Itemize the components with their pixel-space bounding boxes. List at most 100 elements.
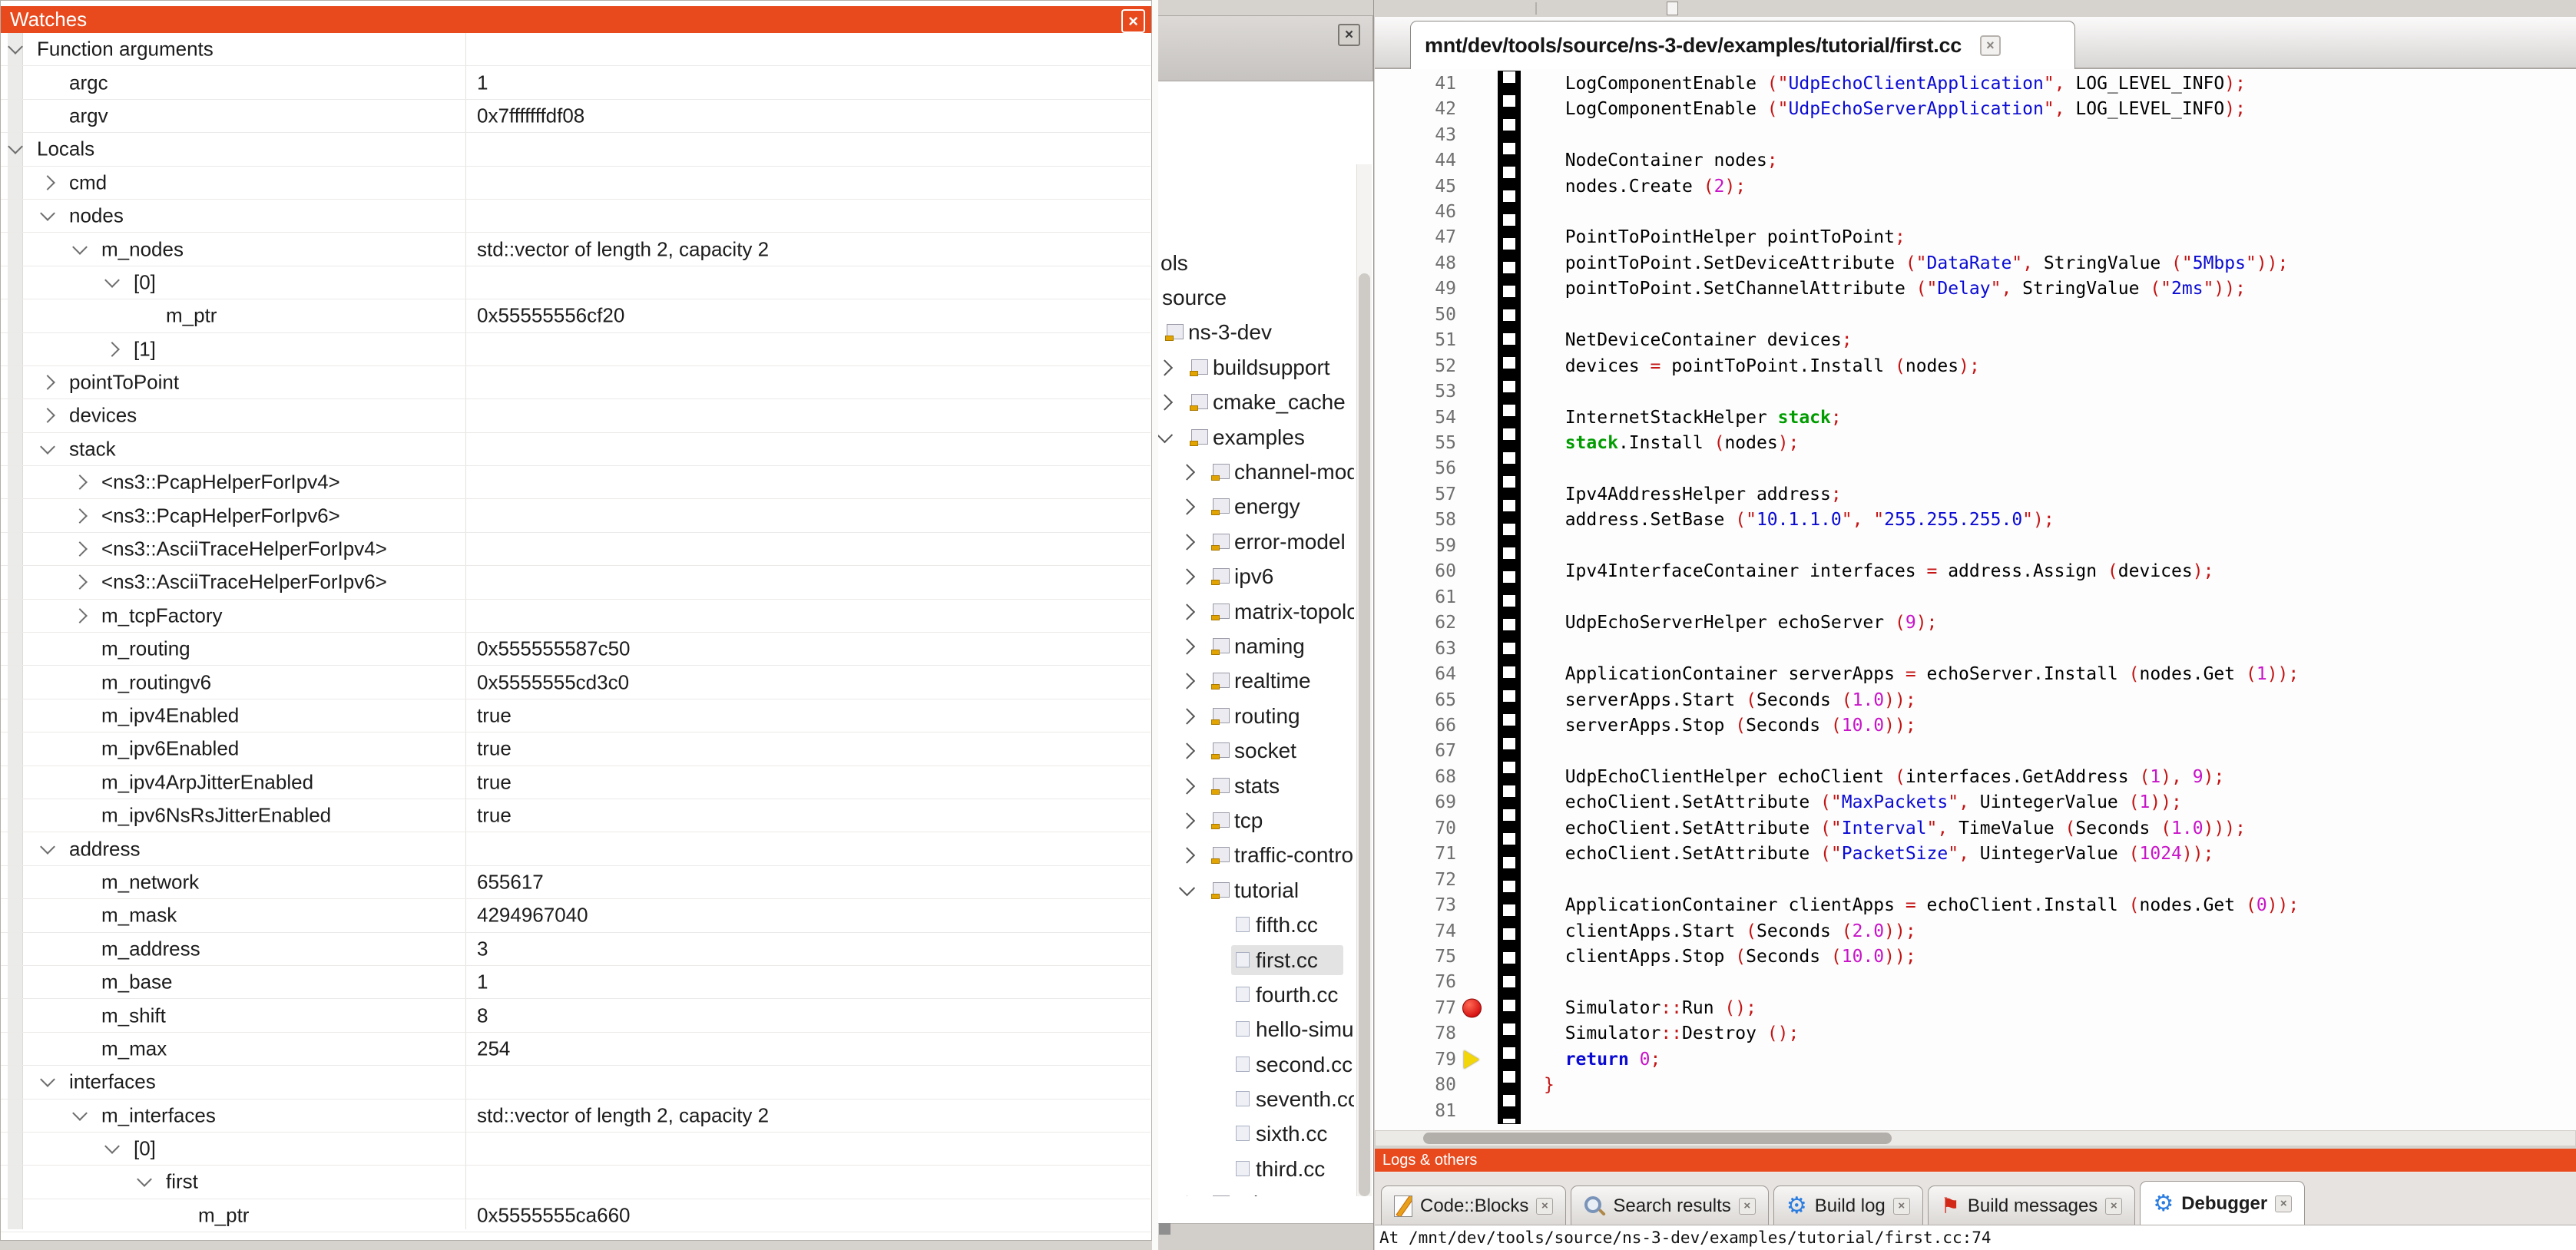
logs-tab-search-results[interactable]: Search results× [1571, 1186, 1768, 1225]
tree-item-first-cc[interactable]: first.cc [1157, 943, 1354, 977]
projects-tree[interactable]: olssourcens-3-devbuildsupportcmake_cache… [1157, 81, 1373, 1224]
line-number[interactable]: 75 [1409, 947, 1456, 967]
watch-row[interactable]: argc1 [1, 66, 1151, 99]
code-line-57[interactable]: 57 Ipv4AddressHelper address; [1375, 481, 2576, 507]
code-line-55[interactable]: 55 stack.Install (nodes); [1375, 430, 2576, 455]
chevron-down-icon[interactable] [104, 1139, 120, 1154]
tree-item-tutorial[interactable]: tutorial [1157, 873, 1354, 908]
code-line-59[interactable]: 59 [1375, 533, 2576, 558]
code-line-79[interactable]: 79 return 0; [1375, 1047, 2576, 1072]
chevron-right-icon[interactable] [1179, 499, 1195, 515]
watch-row[interactable]: m_base1 [1, 966, 1151, 999]
line-number[interactable]: 57 [1409, 484, 1456, 504]
chevron-right-icon[interactable] [1179, 464, 1195, 480]
line-number[interactable]: 58 [1409, 510, 1456, 530]
code-line-76[interactable]: 76 [1375, 970, 2576, 995]
editor-hscrollbar[interactable] [1375, 1130, 2576, 1146]
logs-tab-code-blocks[interactable]: Code::Blocks× [1381, 1186, 1566, 1225]
chevron-down-icon[interactable] [104, 273, 120, 288]
line-number[interactable]: 54 [1409, 408, 1456, 428]
line-number[interactable]: 67 [1409, 741, 1456, 761]
watch-row[interactable]: [1] [1, 333, 1151, 366]
code-line-56[interactable]: 56 [1375, 456, 2576, 481]
watch-row[interactable]: m_routing0x555555587c50 [1, 633, 1151, 666]
chevron-down-icon[interactable] [40, 1072, 55, 1087]
code-line-71[interactable]: 71 echoClient.SetAttribute ("PacketSize"… [1375, 842, 2576, 867]
tree-item-ipv6[interactable]: ipv6 [1157, 560, 1354, 594]
code-line-66[interactable]: 66 serverApps.Stop (Seconds (10.0)); [1375, 713, 2576, 738]
code-area[interactable]: 41 LogComponentEnable ("UdpEchoClientApp… [1375, 69, 2576, 1130]
line-number[interactable]: 64 [1409, 664, 1456, 684]
line-number[interactable]: 74 [1409, 921, 1456, 941]
chevron-right-icon[interactable] [1179, 708, 1195, 724]
tree-item-ns-3-dev[interactable]: ns-3-dev [1157, 316, 1354, 350]
chevron-right-icon[interactable] [1179, 534, 1195, 550]
chevron-right-icon[interactable] [72, 608, 88, 623]
tree-item-socket[interactable]: socket [1157, 733, 1354, 768]
code-line-65[interactable]: 65 serverApps.Start (Seconds (1.0)); [1375, 687, 2576, 713]
watch-row[interactable]: address [1, 832, 1151, 865]
chevron-right-icon[interactable] [40, 175, 55, 190]
chevron-down-icon[interactable] [72, 240, 88, 255]
watch-row[interactable]: nodes [1, 200, 1151, 233]
chevron-right-icon[interactable] [1179, 743, 1195, 759]
code-line-52[interactable]: 52 devices = pointToPoint.Install (nodes… [1375, 353, 2576, 379]
code-line-58[interactable]: 58 address.SetBase ("10.1.1.0", "255.255… [1375, 508, 2576, 533]
watch-row[interactable]: pointToPoint [1, 366, 1151, 399]
watch-row[interactable]: Function arguments [1, 33, 1151, 66]
chevron-down-icon[interactable] [8, 139, 23, 154]
tree-item-source[interactable]: source [1157, 280, 1354, 315]
watch-row[interactable]: m_network655617 [1, 866, 1151, 899]
watch-row[interactable]: m_ipv4Enabledtrue [1, 699, 1151, 732]
line-number[interactable]: 62 [1409, 613, 1456, 633]
projects-window-titlebar[interactable]: × [1157, 15, 1373, 81]
tree-item-third-cc[interactable]: third.cc [1157, 1152, 1354, 1186]
watch-row[interactable]: m_tcpFactory [1, 600, 1151, 633]
watch-row[interactable]: Locals [1, 133, 1151, 166]
watch-row[interactable]: stack [1, 433, 1151, 466]
line-number[interactable]: 52 [1409, 356, 1456, 376]
line-number[interactable]: 51 [1409, 330, 1456, 350]
watch-row[interactable]: m_shift8 [1, 999, 1151, 1032]
watch-row[interactable]: devices [1, 399, 1151, 432]
line-number[interactable]: 66 [1409, 716, 1456, 736]
chevron-right-icon[interactable] [1179, 673, 1195, 689]
code-line-72[interactable]: 72 [1375, 867, 2576, 892]
tree-item-energy[interactable]: energy [1157, 490, 1354, 524]
close-icon[interactable]: × [1893, 1198, 1910, 1215]
watch-row[interactable]: m_routingv60x5555555cd3c0 [1, 666, 1151, 699]
code-line-48[interactable]: 48 pointToPoint.SetDeviceAttribute ("Dat… [1375, 250, 2576, 276]
tree-item-fifth-cc[interactable]: fifth.cc [1157, 908, 1354, 942]
close-icon[interactable]: × [1338, 24, 1360, 46]
tree-item-tcp[interactable]: tcp [1157, 803, 1354, 838]
tree-item-hello-simul[interactable]: hello-simul [1157, 1013, 1354, 1047]
code-line-54[interactable]: 54 InternetStackHelper stack; [1375, 405, 2576, 430]
line-number[interactable]: 42 [1409, 99, 1456, 119]
watch-row[interactable]: m_ptr0x55555556cf20 [1, 299, 1151, 332]
close-icon[interactable]: × [1121, 9, 1145, 33]
tree-item-channel-mode[interactable]: channel-mode [1157, 455, 1354, 489]
tree-item-ols[interactable]: ols [1157, 246, 1354, 280]
line-number[interactable]: 65 [1409, 690, 1456, 710]
watch-row[interactable]: interfaces [1, 1066, 1151, 1099]
chevron-right-icon[interactable] [1179, 812, 1195, 828]
line-number[interactable]: 63 [1409, 639, 1456, 659]
close-icon[interactable]: × [1739, 1198, 1756, 1215]
chevron-right-icon[interactable] [1179, 569, 1195, 585]
line-number[interactable]: 49 [1409, 279, 1456, 299]
tree-item-second-cc[interactable]: second.cc [1157, 1047, 1354, 1082]
tree-scrollbar[interactable] [1356, 164, 1372, 1196]
watch-row[interactable]: m_ptr0x5555555ca660 [1, 1199, 1151, 1232]
watch-row[interactable]: m_ipv4ArpJitterEnabledtrue [1, 766, 1151, 799]
watch-row[interactable]: <ns3::PcapHelperForIpv4> [1, 466, 1151, 499]
line-number[interactable]: 81 [1409, 1101, 1456, 1121]
line-number[interactable]: 70 [1409, 818, 1456, 838]
watch-row[interactable]: <ns3::AsciiTraceHelperForIpv6> [1, 566, 1151, 599]
watch-row[interactable]: m_max254 [1, 1033, 1151, 1066]
line-number[interactable]: 48 [1409, 253, 1456, 273]
chevron-right-icon[interactable] [72, 475, 88, 490]
tree-item-realtime[interactable]: realtime [1157, 664, 1354, 699]
tree-item-seventh-cc[interactable]: seventh.cc [1157, 1082, 1354, 1116]
code-line-80[interactable]: 80} [1375, 1073, 2576, 1098]
line-number[interactable]: 72 [1409, 870, 1456, 890]
